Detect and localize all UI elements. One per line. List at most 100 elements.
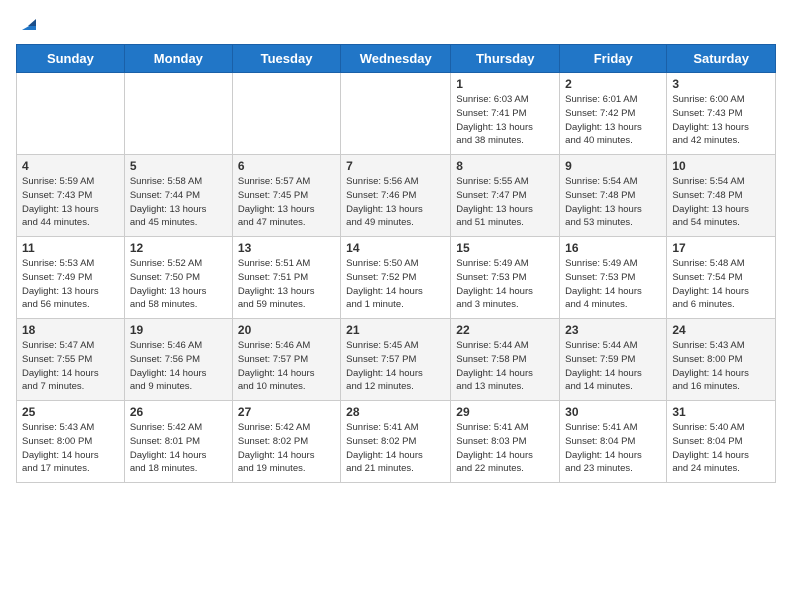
calendar-cell: 26 Sunrise: 5:42 AMSunset: 8:01 PMDayligh… [124,401,232,483]
day-number: 24 [672,323,770,337]
calendar-cell: 6Sunrise: 5:57 AMSunset: 7:45 PMDaylight… [232,155,340,237]
day-number: 17 [672,241,770,255]
day-info: Sunrise: 5:41 AMSunset: 8:04 PMDaylight:… [565,421,661,476]
day-info: Sunrise: 5:46 AMSunset: 7:57 PMDaylight:… [238,339,335,394]
weekday-header-monday: Monday [124,45,232,73]
day-info: Sunrise: 5:42 AMSunset: 8:01 PMDaylight:… [130,421,227,476]
day-number: 14 [346,241,445,255]
day-info: Sunrise: 5:44 AMSunset: 7:59 PMDaylight:… [565,339,661,394]
day-info: Sunrise: 5:55 AMSunset: 7:47 PMDaylight:… [456,175,554,230]
calendar-cell: 19Sunrise: 5:46 AMSunset: 7:56 PMDayligh… [124,319,232,401]
logo-icon [18,12,40,34]
day-info: Sunrise: 5:48 AMSunset: 7:54 PMDaylight:… [672,257,770,312]
day-info: Sunrise: 5:49 AMSunset: 7:53 PMDaylight:… [456,257,554,312]
calendar-row-2: 11Sunrise: 5:53 AMSunset: 7:49 PMDayligh… [17,237,776,319]
day-info: Sunrise: 5:47 AMSunset: 7:55 PMDaylight:… [22,339,119,394]
calendar-cell: 31 Sunrise: 5:40 AMSunset: 8:04 PMDayligh… [667,401,776,483]
day-number: 25 [22,405,119,419]
calendar-cell [341,73,451,155]
day-number: 6 [238,159,335,173]
calendar-cell: 30Sunrise: 5:41 AMSunset: 8:04 PMDayligh… [560,401,667,483]
day-info: Sunrise: 5:43 AMSunset: 8:00 PMDaylight:… [672,339,770,394]
calendar-cell: 2 Sunrise: 6:01 AMSunset: 7:42 PMDaylight… [560,73,667,155]
day-number: 4 [22,159,119,173]
day-info: Sunrise: 5:49 AMSunset: 7:53 PMDaylight:… [565,257,661,312]
logo [16,12,40,34]
calendar-cell: 24 Sunrise: 5:43 AMSunset: 8:00 PMDayligh… [667,319,776,401]
day-number: 31 [672,405,770,419]
day-info: Sunrise: 5:43 AMSunset: 8:00 PMDaylight:… [22,421,119,476]
calendar-cell: 4Sunrise: 5:59 AMSunset: 7:43 PMDaylight… [17,155,125,237]
page: SundayMondayTuesdayWednesdayThursdayFrid… [0,0,792,491]
calendar-cell: 20 Sunrise: 5:46 AMSunset: 7:57 PMDayligh… [232,319,340,401]
day-number: 18 [22,323,119,337]
day-number: 2 [565,77,661,91]
day-info: Sunrise: 5:45 AMSunset: 7:57 PMDaylight:… [346,339,445,394]
calendar-cell: 13 Sunrise: 5:51 AMSunset: 7:51 PMDayligh… [232,237,340,319]
day-info: Sunrise: 5:54 AMSunset: 7:48 PMDaylight:… [672,175,770,230]
calendar-cell: 3 Sunrise: 6:00 AMSunset: 7:43 PMDaylight… [667,73,776,155]
day-number: 19 [130,323,227,337]
calendar-cell: 1Sunrise: 6:03 AMSunset: 7:41 PMDaylight… [451,73,560,155]
calendar-cell: 14 Sunrise: 5:50 AMSunset: 7:52 PMDayligh… [341,237,451,319]
calendar-cell: 22 Sunrise: 5:44 AMSunset: 7:58 PMDayligh… [451,319,560,401]
calendar-cell: 8Sunrise: 5:55 AMSunset: 7:47 PMDaylight… [451,155,560,237]
day-number: 29 [456,405,554,419]
calendar-cell: 9 Sunrise: 5:54 AMSunset: 7:48 PMDaylight… [560,155,667,237]
day-number: 23 [565,323,661,337]
day-info: Sunrise: 5:53 AMSunset: 7:49 PMDaylight:… [22,257,119,312]
day-info: Sunrise: 6:01 AMSunset: 7:42 PMDaylight:… [565,93,661,148]
weekday-header-row: SundayMondayTuesdayWednesdayThursdayFrid… [17,45,776,73]
day-number: 7 [346,159,445,173]
day-info: Sunrise: 5:41 AMSunset: 8:03 PMDaylight:… [456,421,554,476]
day-number: 15 [456,241,554,255]
calendar-cell: 17 Sunrise: 5:48 AMSunset: 7:54 PMDayligh… [667,237,776,319]
calendar-cell: 12 Sunrise: 5:52 AMSunset: 7:50 PMDayligh… [124,237,232,319]
calendar-cell: 18 Sunrise: 5:47 AMSunset: 7:55 PMDayligh… [17,319,125,401]
day-number: 22 [456,323,554,337]
day-info: Sunrise: 5:50 AMSunset: 7:52 PMDaylight:… [346,257,445,312]
day-number: 27 [238,405,335,419]
calendar-row-1: 4Sunrise: 5:59 AMSunset: 7:43 PMDaylight… [17,155,776,237]
day-number: 13 [238,241,335,255]
weekday-header-wednesday: Wednesday [341,45,451,73]
header [16,12,776,34]
calendar-cell: 15 Sunrise: 5:49 AMSunset: 7:53 PMDayligh… [451,237,560,319]
day-number: 21 [346,323,445,337]
calendar-cell [17,73,125,155]
day-info: Sunrise: 6:03 AMSunset: 7:41 PMDaylight:… [456,93,554,148]
day-number: 28 [346,405,445,419]
day-info: Sunrise: 5:40 AMSunset: 8:04 PMDaylight:… [672,421,770,476]
calendar-table: SundayMondayTuesdayWednesdayThursdayFrid… [16,44,776,483]
day-info: Sunrise: 5:44 AMSunset: 7:58 PMDaylight:… [456,339,554,394]
calendar-cell: 21 Sunrise: 5:45 AMSunset: 7:57 PMDayligh… [341,319,451,401]
day-info: Sunrise: 5:51 AMSunset: 7:51 PMDaylight:… [238,257,335,312]
day-info: Sunrise: 5:54 AMSunset: 7:48 PMDaylight:… [565,175,661,230]
day-number: 10 [672,159,770,173]
calendar-cell: 29 Sunrise: 5:41 AMSunset: 8:03 PMDayligh… [451,401,560,483]
calendar-cell: 5 Sunrise: 5:58 AMSunset: 7:44 PMDaylight… [124,155,232,237]
weekday-header-saturday: Saturday [667,45,776,73]
calendar-cell [124,73,232,155]
day-number: 16 [565,241,661,255]
day-info: Sunrise: 5:52 AMSunset: 7:50 PMDaylight:… [130,257,227,312]
day-number: 26 [130,405,227,419]
day-number: 3 [672,77,770,91]
day-info: Sunrise: 6:00 AMSunset: 7:43 PMDaylight:… [672,93,770,148]
calendar-cell: 11Sunrise: 5:53 AMSunset: 7:49 PMDayligh… [17,237,125,319]
day-number: 12 [130,241,227,255]
calendar-cell: 16 Sunrise: 5:49 AMSunset: 7:53 PMDayligh… [560,237,667,319]
day-number: 20 [238,323,335,337]
weekday-header-friday: Friday [560,45,667,73]
calendar-cell: 28Sunrise: 5:41 AMSunset: 8:02 PMDayligh… [341,401,451,483]
calendar-cell: 10 Sunrise: 5:54 AMSunset: 7:48 PMDayligh… [667,155,776,237]
weekday-header-sunday: Sunday [17,45,125,73]
calendar-cell: 23 Sunrise: 5:44 AMSunset: 7:59 PMDayligh… [560,319,667,401]
day-number: 9 [565,159,661,173]
weekday-header-thursday: Thursday [451,45,560,73]
calendar-cell: 27Sunrise: 5:42 AMSunset: 8:02 PMDayligh… [232,401,340,483]
day-info: Sunrise: 5:58 AMSunset: 7:44 PMDaylight:… [130,175,227,230]
calendar-row-4: 25 Sunrise: 5:43 AMSunset: 8:00 PMDayligh… [17,401,776,483]
day-info: Sunrise: 5:56 AMSunset: 7:46 PMDaylight:… [346,175,445,230]
day-number: 5 [130,159,227,173]
